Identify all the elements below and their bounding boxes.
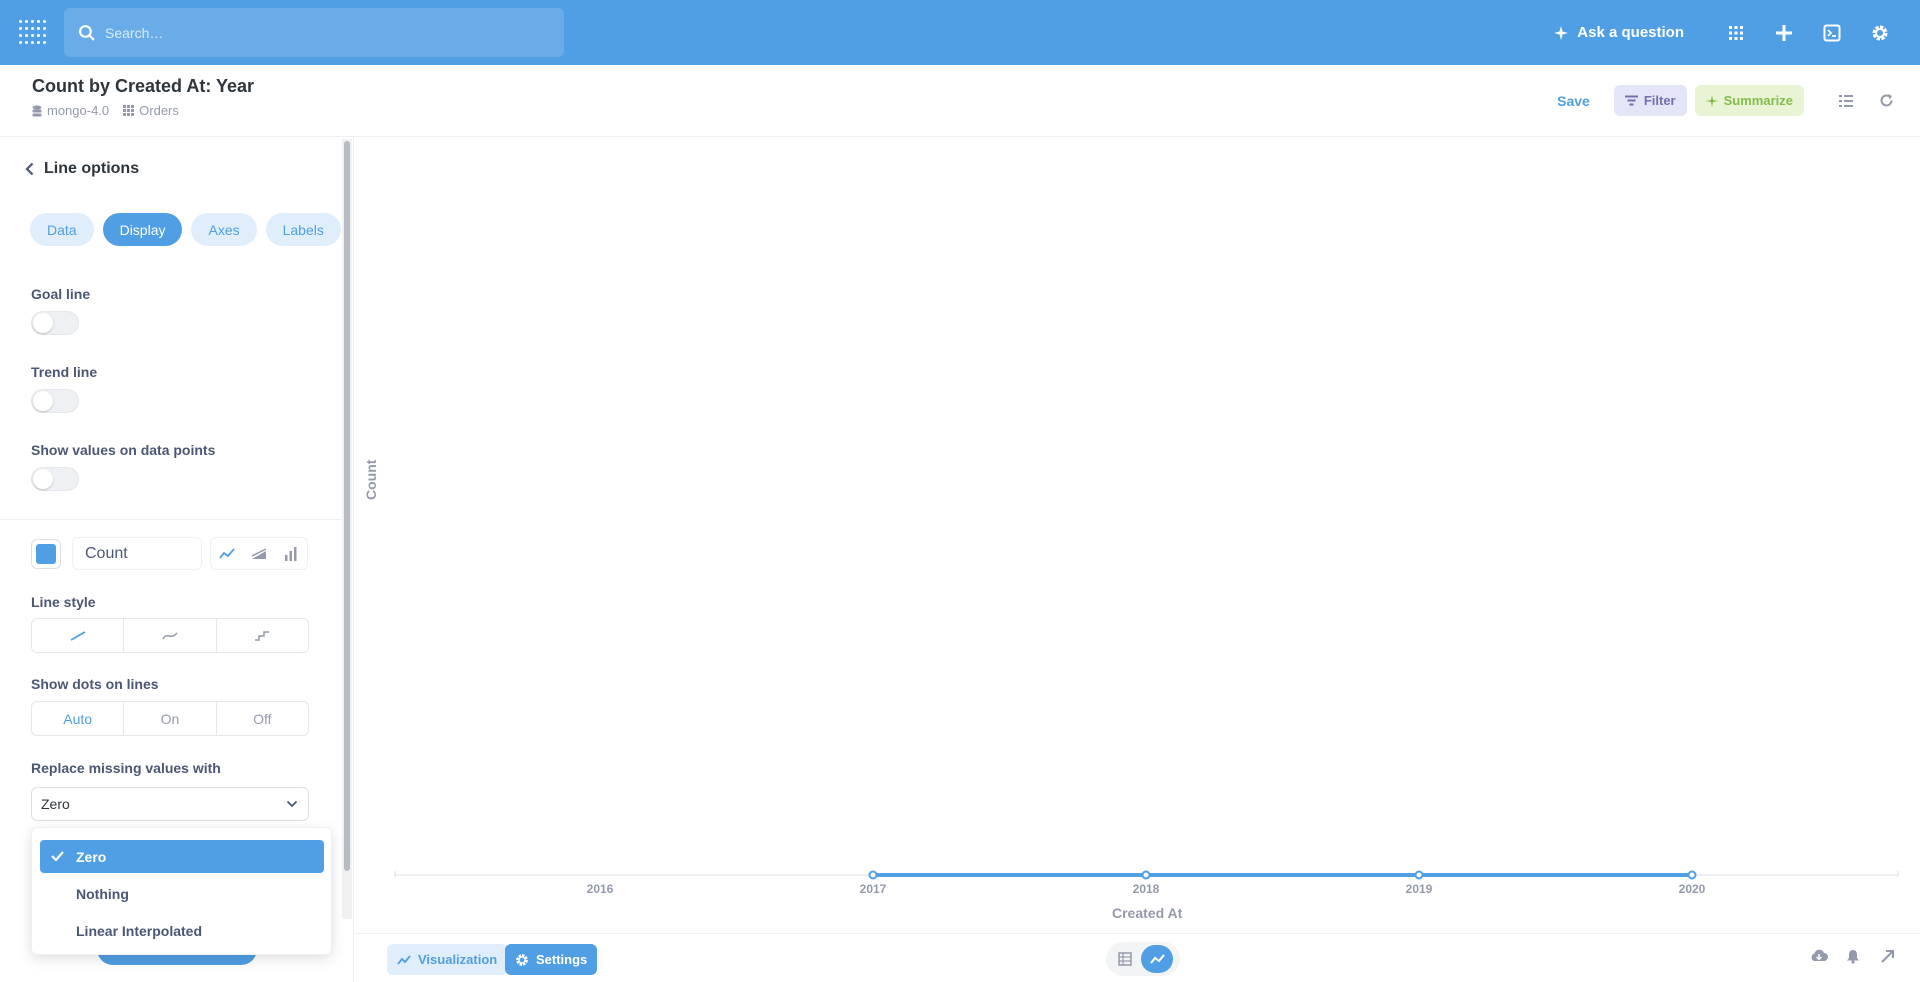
refresh-icon[interactable] (1866, 85, 1906, 116)
trend-line-label: Trend line (31, 364, 98, 380)
table-chart-toggle (1106, 942, 1180, 976)
replace-missing-value: Zero (41, 796, 70, 812)
table-view-icon[interactable] (1109, 945, 1141, 973)
option-zero[interactable]: Zero (40, 840, 324, 873)
replace-missing-dropdown: Zero Nothing Linear Interpolated (31, 827, 332, 955)
sidebar-title: Line options (44, 160, 140, 177)
dots-option-off[interactable]: Off (217, 702, 308, 735)
summarize-button[interactable]: Summarize (1694, 85, 1804, 116)
save-button[interactable]: Save (1557, 93, 1590, 109)
sidebar-scrollbar[interactable] (342, 139, 352, 919)
chevron-down-icon (286, 800, 298, 808)
trend-line-toggle[interactable] (31, 389, 79, 413)
line-chart-icon[interactable] (211, 538, 243, 569)
bell-icon[interactable] (1836, 949, 1870, 964)
sparkle-icon (1554, 25, 1569, 40)
search-placeholder: Search… (105, 24, 164, 41)
option-linear-interpolated[interactable]: Linear Interpolated (40, 914, 324, 947)
sql-editor-icon[interactable] (1808, 9, 1856, 57)
line-style-curved[interactable] (124, 619, 217, 652)
line-style-selector (31, 618, 309, 653)
expand-icon[interactable] (1870, 949, 1904, 964)
grid-icon[interactable] (1712, 9, 1760, 57)
visualization-button[interactable]: Visualization (387, 944, 508, 975)
metabase-logo-icon[interactable] (19, 20, 46, 46)
breadcrumb: mongo-4.0 Orders (32, 103, 179, 118)
option-nothing[interactable]: Nothing (40, 877, 324, 910)
table-breadcrumb[interactable]: Orders (123, 103, 179, 118)
gear-icon (516, 953, 528, 966)
question-title[interactable]: Count by Created At: Year (32, 76, 254, 97)
goal-line-toggle[interactable] (31, 311, 79, 335)
series-name-input[interactable]: Count (72, 537, 202, 570)
line-style-step[interactable] (217, 619, 308, 652)
option-label: Zero (76, 848, 107, 865)
divider (0, 519, 345, 520)
x-axis-label: Created At (1112, 905, 1183, 921)
ask-question-label: Ask a question (1577, 24, 1684, 41)
bar-chart-icon[interactable] (275, 538, 307, 569)
line-style-label: Line style (31, 594, 96, 610)
color-swatch (36, 543, 56, 564)
filter-icon (1624, 95, 1638, 106)
search-icon (79, 25, 95, 41)
series-settings-row: Count (31, 537, 308, 570)
option-label: Linear Interpolated (76, 922, 203, 939)
database-icon (32, 105, 42, 116)
line-style-straight[interactable] (32, 619, 125, 652)
series-color-picker[interactable] (31, 538, 61, 569)
gear-icon[interactable] (1856, 9, 1904, 57)
filter-label: Filter (1643, 93, 1676, 108)
curved-line-icon (162, 631, 178, 639)
back-to-chart-types-button[interactable]: Line options (25, 160, 139, 178)
table-icon (123, 105, 135, 116)
y-axis-label: Count (363, 459, 379, 500)
show-values-toggle[interactable] (31, 467, 79, 491)
replace-missing-label: Replace missing values with (31, 760, 221, 776)
download-icon[interactable] (1802, 949, 1836, 964)
tab-display[interactable]: Display (102, 213, 183, 246)
database-breadcrumb[interactable]: mongo-4.0 (32, 103, 109, 118)
line-chart-icon (397, 954, 411, 965)
question-header: Count by Created At: Year mongo-4.0 Orde… (0, 65, 1920, 137)
option-label: Nothing (76, 885, 129, 902)
dots-option-on[interactable]: On (124, 702, 217, 735)
chevron-left-icon (25, 162, 34, 176)
replace-missing-select[interactable]: Zero (31, 787, 309, 821)
settings-tabs: Data Display Axes Labels (30, 213, 350, 246)
chart-view-icon[interactable] (1141, 945, 1173, 973)
search-bar[interactable]: Search… (64, 8, 564, 57)
check-icon (51, 851, 64, 861)
show-dots-label: Show dots on lines (31, 676, 159, 692)
settings-label: Settings (536, 952, 588, 967)
view-footer: Visualization Settings (354, 933, 1920, 982)
show-dots-selector: Auto On Off (31, 701, 309, 736)
area-chart-icon[interactable] (243, 538, 275, 569)
ask-question-button[interactable]: Ask a question (1553, 24, 1684, 41)
goal-line-label: Goal line (31, 286, 91, 302)
straight-line-icon (70, 630, 86, 641)
notebook-icon[interactable] (1826, 85, 1866, 116)
filter-button[interactable]: Filter (1613, 85, 1687, 116)
summarize-label: Summarize (1723, 93, 1793, 108)
plus-icon[interactable] (1760, 9, 1808, 57)
database-name: mongo-4.0 (47, 103, 110, 118)
series-display-type (210, 537, 308, 570)
visualization-label: Visualization (418, 952, 498, 967)
top-nav: Search… Ask a question (0, 0, 1920, 65)
sparkle-icon (1705, 94, 1718, 107)
settings-button[interactable]: Settings (505, 944, 598, 975)
table-name: Orders (139, 103, 179, 118)
tab-data[interactable]: Data (30, 213, 94, 246)
chart-area (354, 137, 1920, 933)
show-values-label: Show values on data points (31, 442, 216, 458)
dots-option-auto[interactable]: Auto (32, 702, 125, 735)
tab-axes[interactable]: Axes (191, 213, 257, 246)
step-line-icon (255, 630, 270, 641)
tab-labels[interactable]: Labels (265, 213, 341, 246)
